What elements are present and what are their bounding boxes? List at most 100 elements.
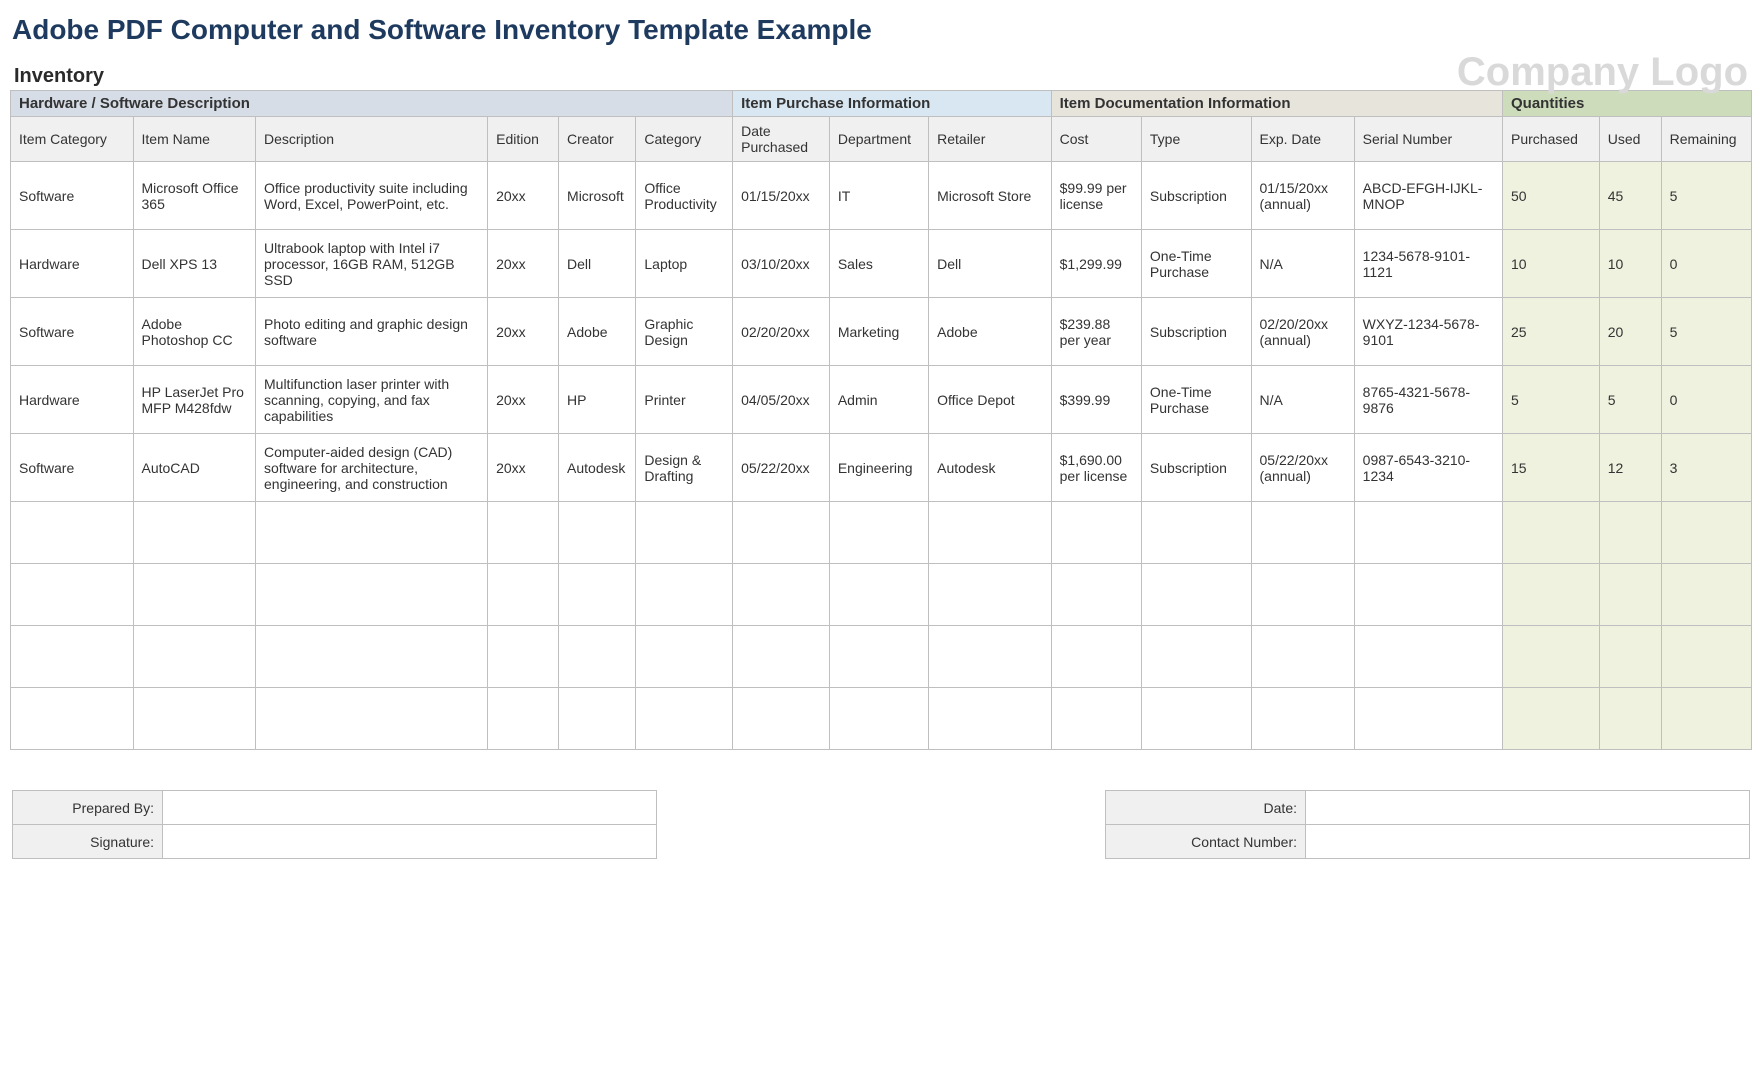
cell-empty[interactable] — [11, 688, 134, 750]
cell-empty[interactable] — [488, 564, 559, 626]
cell-item-name[interactable]: Dell XPS 13 — [133, 230, 256, 298]
cell-serial[interactable]: 0987-6543-3210-1234 — [1354, 434, 1502, 502]
cell-empty[interactable] — [636, 564, 733, 626]
cell-empty[interactable] — [829, 688, 928, 750]
cell-empty[interactable] — [1051, 502, 1141, 564]
cell-purchased[interactable]: 5 — [1503, 366, 1600, 434]
cell-used[interactable]: 5 — [1599, 366, 1661, 434]
cell-item-name[interactable]: Microsoft Office 365 — [133, 162, 256, 230]
cell-empty[interactable] — [1051, 564, 1141, 626]
cell-exp-date[interactable]: 05/22/20xx (annual) — [1251, 434, 1354, 502]
cell-empty[interactable] — [1599, 626, 1661, 688]
cell-edition[interactable]: 20xx — [488, 434, 559, 502]
cell-department[interactable]: IT — [829, 162, 928, 230]
cell-empty[interactable] — [1141, 688, 1251, 750]
cell-description[interactable]: Computer-aided design (CAD) software for… — [256, 434, 488, 502]
cell-department[interactable]: Marketing — [829, 298, 928, 366]
cell-category[interactable]: Office Productivity — [636, 162, 733, 230]
cell-empty[interactable] — [256, 502, 488, 564]
cell-empty[interactable] — [1354, 502, 1502, 564]
cell-serial[interactable]: 1234-5678-9101-1121 — [1354, 230, 1502, 298]
cell-empty[interactable] — [1251, 626, 1354, 688]
cell-empty[interactable] — [829, 626, 928, 688]
cell-empty[interactable] — [11, 626, 134, 688]
cell-cost[interactable]: $1,690.00 per license — [1051, 434, 1141, 502]
cell-edition[interactable]: 20xx — [488, 230, 559, 298]
cell-empty[interactable] — [133, 564, 256, 626]
cell-exp-date[interactable]: N/A — [1251, 366, 1354, 434]
cell-empty[interactable] — [1661, 688, 1751, 750]
cell-empty[interactable] — [636, 626, 733, 688]
cell-serial[interactable]: ABCD-EFGH-IJKL-MNOP — [1354, 162, 1502, 230]
cell-empty[interactable] — [559, 626, 636, 688]
cell-department[interactable]: Admin — [829, 366, 928, 434]
cell-creator[interactable]: Microsoft — [559, 162, 636, 230]
cell-empty[interactable] — [11, 564, 134, 626]
cell-purchased[interactable]: 25 — [1503, 298, 1600, 366]
cell-item-name[interactable]: AutoCAD — [133, 434, 256, 502]
cell-empty[interactable] — [1354, 688, 1502, 750]
cell-empty[interactable] — [929, 502, 1052, 564]
cell-cost[interactable]: $399.99 — [1051, 366, 1141, 434]
cell-empty[interactable] — [733, 502, 830, 564]
cell-type[interactable]: One-Time Purchase — [1141, 366, 1251, 434]
cell-used[interactable]: 10 — [1599, 230, 1661, 298]
cell-empty[interactable] — [133, 626, 256, 688]
cell-remaining[interactable]: 5 — [1661, 162, 1751, 230]
cell-empty[interactable] — [733, 626, 830, 688]
cell-cost[interactable]: $99.99 per license — [1051, 162, 1141, 230]
cell-empty[interactable] — [1251, 688, 1354, 750]
cell-creator[interactable]: Autodesk — [559, 434, 636, 502]
cell-empty[interactable] — [1251, 564, 1354, 626]
cell-used[interactable]: 12 — [1599, 434, 1661, 502]
cell-creator[interactable]: Adobe — [559, 298, 636, 366]
cell-empty[interactable] — [1503, 564, 1600, 626]
cell-empty[interactable] — [1503, 626, 1600, 688]
cell-creator[interactable]: HP — [559, 366, 636, 434]
cell-department[interactable]: Engineering — [829, 434, 928, 502]
cell-empty[interactable] — [256, 626, 488, 688]
cell-empty[interactable] — [559, 688, 636, 750]
cell-empty[interactable] — [733, 564, 830, 626]
cell-serial[interactable]: 8765-4321-5678-9876 — [1354, 366, 1502, 434]
cell-empty[interactable] — [559, 564, 636, 626]
cell-empty[interactable] — [133, 688, 256, 750]
cell-description[interactable]: Photo editing and graphic design softwar… — [256, 298, 488, 366]
cell-item-name[interactable]: HP LaserJet Pro MFP M428fdw — [133, 366, 256, 434]
cell-empty[interactable] — [929, 564, 1052, 626]
cell-creator[interactable]: Dell — [559, 230, 636, 298]
cell-type[interactable]: Subscription — [1141, 434, 1251, 502]
cell-exp-date[interactable]: 01/15/20xx (annual) — [1251, 162, 1354, 230]
cell-retailer[interactable]: Office Depot — [929, 366, 1052, 434]
cell-empty[interactable] — [1051, 626, 1141, 688]
cell-empty[interactable] — [488, 626, 559, 688]
cell-item-category[interactable]: Software — [11, 298, 134, 366]
cell-empty[interactable] — [1661, 564, 1751, 626]
cell-empty[interactable] — [256, 688, 488, 750]
cell-category[interactable]: Design & Drafting — [636, 434, 733, 502]
cell-exp-date[interactable]: N/A — [1251, 230, 1354, 298]
cell-used[interactable]: 45 — [1599, 162, 1661, 230]
cell-description[interactable]: Multifunction laser printer with scannin… — [256, 366, 488, 434]
cell-purchased[interactable]: 10 — [1503, 230, 1600, 298]
cell-empty[interactable] — [929, 688, 1052, 750]
cell-purchased[interactable]: 15 — [1503, 434, 1600, 502]
cell-item-category[interactable]: Hardware — [11, 366, 134, 434]
contact-value[interactable] — [1306, 825, 1750, 859]
cell-item-category[interactable]: Software — [11, 434, 134, 502]
cell-edition[interactable]: 20xx — [488, 366, 559, 434]
cell-category[interactable]: Graphic Design — [636, 298, 733, 366]
cell-empty[interactable] — [636, 502, 733, 564]
cell-edition[interactable]: 20xx — [488, 162, 559, 230]
cell-empty[interactable] — [133, 502, 256, 564]
cell-item-category[interactable]: Software — [11, 162, 134, 230]
cell-empty[interactable] — [1661, 626, 1751, 688]
cell-empty[interactable] — [829, 564, 928, 626]
cell-department[interactable]: Sales — [829, 230, 928, 298]
cell-retailer[interactable]: Microsoft Store — [929, 162, 1052, 230]
cell-type[interactable]: Subscription — [1141, 162, 1251, 230]
cell-retailer[interactable]: Dell — [929, 230, 1052, 298]
prepared-by-value[interactable] — [163, 791, 657, 825]
cell-empty[interactable] — [1251, 502, 1354, 564]
cell-empty[interactable] — [733, 688, 830, 750]
